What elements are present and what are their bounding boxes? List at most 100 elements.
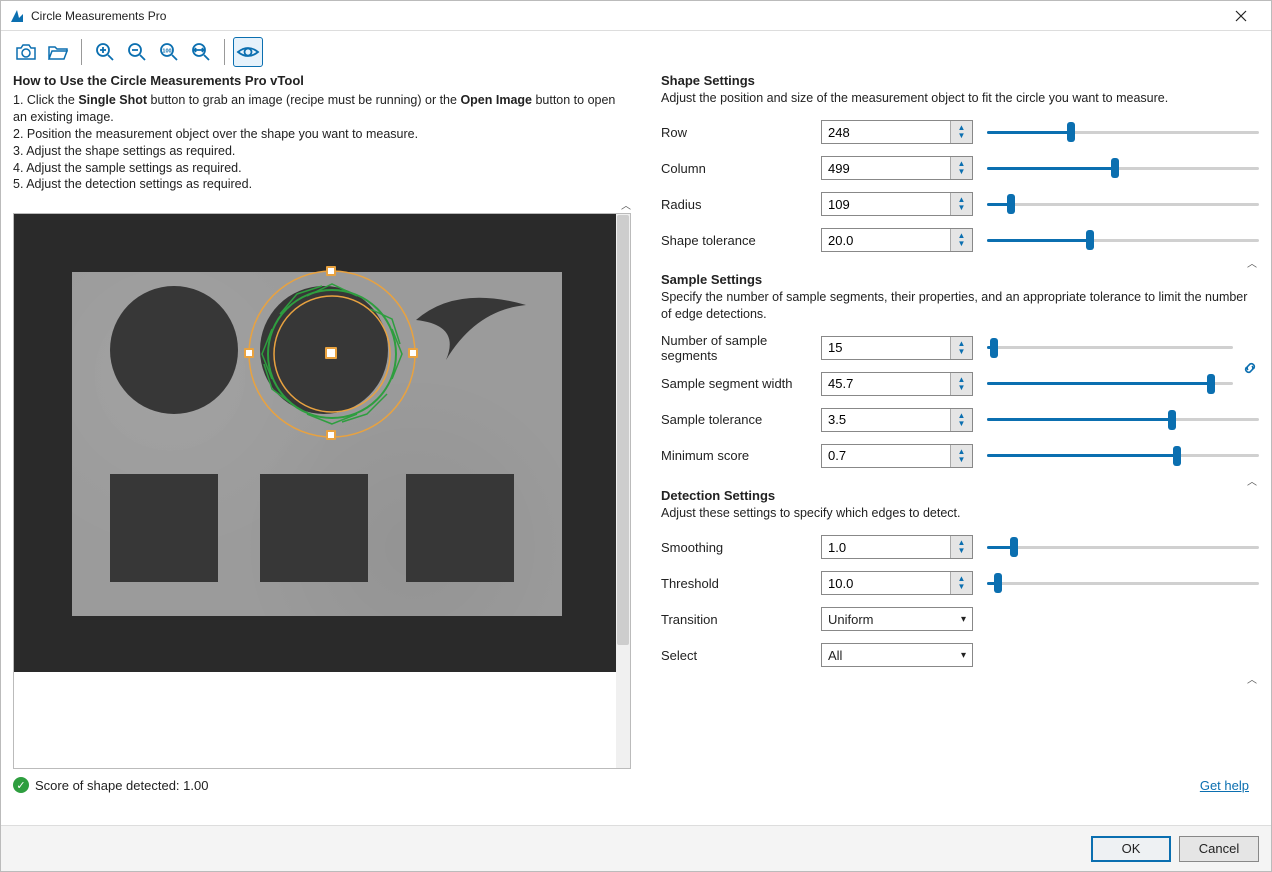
sample-tolerance-input[interactable] — [822, 409, 950, 431]
open-image-button[interactable] — [43, 37, 73, 67]
threshold-stepper[interactable]: ▲▼ — [950, 572, 972, 594]
titlebar: Circle Measurements Pro — [1, 1, 1271, 31]
sample-tolerance-label: Sample tolerance — [661, 412, 821, 427]
smoothing-slider-thumb[interactable] — [1010, 537, 1018, 557]
cancel-button[interactable]: Cancel — [1179, 836, 1259, 862]
transition-control: Transition Uniform▾ — [661, 601, 1259, 637]
zoom-out-button[interactable] — [122, 37, 152, 67]
overlay-handle-top[interactable] — [326, 266, 336, 276]
segwidth-control: Sample segment width ▲▼ — [661, 366, 1259, 402]
column-slider-thumb[interactable] — [1111, 158, 1119, 178]
row-label: Row — [661, 125, 821, 140]
preview-toggle-button[interactable] — [233, 37, 263, 67]
minscore-slider[interactable] — [987, 444, 1259, 468]
sample-collapse-caret[interactable]: ︿ — [1247, 473, 1257, 488]
radius-slider-thumb[interactable] — [1007, 194, 1015, 214]
settings-panel: Shape Settings Adjust the position and s… — [631, 73, 1259, 793]
row-spinbox[interactable]: ▲▼ — [821, 120, 973, 144]
row-slider[interactable] — [987, 120, 1259, 144]
howto-line1-prefix: 1. Click the — [13, 93, 78, 107]
radius-stepper[interactable]: ▲▼ — [950, 193, 972, 215]
minscore-stepper[interactable]: ▲▼ — [950, 445, 972, 467]
get-help-link[interactable]: Get help — [1200, 778, 1249, 793]
single-shot-button[interactable] — [11, 37, 41, 67]
column-stepper[interactable]: ▲▼ — [950, 157, 972, 179]
segwidth-slider-thumb[interactable] — [1207, 374, 1215, 394]
sample-tolerance-slider-thumb[interactable] — [1168, 410, 1176, 430]
zoom-100-button[interactable]: 100 — [154, 37, 184, 67]
smoothing-slider[interactable] — [987, 535, 1259, 559]
sample-tolerance-slider[interactable] — [987, 408, 1259, 432]
overlay-handle-bottom[interactable] — [326, 430, 336, 440]
zoom-in-button[interactable] — [90, 37, 120, 67]
zoom-fit-button[interactable] — [186, 37, 216, 67]
threshold-spinbox[interactable]: ▲▼ — [821, 571, 973, 595]
minscore-control: Minimum score ▲▼ — [661, 438, 1259, 474]
shape-tolerance-slider[interactable] — [987, 228, 1259, 252]
minscore-spinbox[interactable]: ▲▼ — [821, 444, 973, 468]
threshold-label: Threshold — [661, 576, 821, 591]
transition-value: Uniform — [828, 612, 874, 627]
sample-tolerance-spinbox[interactable]: ▲▼ — [821, 408, 973, 432]
overlay-handle-center[interactable] — [325, 347, 337, 359]
howto-line4: 4. Adjust the sample settings as require… — [13, 161, 242, 175]
radius-control: Radius ▲▼ — [661, 186, 1259, 222]
radius-label: Radius — [661, 197, 821, 212]
vertical-scrollbar[interactable] — [616, 214, 630, 768]
column-slider[interactable] — [987, 156, 1259, 180]
segments-slider[interactable] — [987, 336, 1233, 360]
overlay-handle-left[interactable] — [244, 348, 254, 358]
shape-tolerance-stepper[interactable]: ▲▼ — [950, 229, 972, 251]
zoom-fit-icon — [190, 41, 212, 63]
column-spinbox[interactable]: ▲▼ — [821, 156, 973, 180]
transition-label: Transition — [661, 612, 821, 627]
smoothing-stepper[interactable]: ▲▼ — [950, 536, 972, 558]
segwidth-slider[interactable] — [987, 372, 1233, 396]
segwidth-spinbox[interactable]: ▲▼ — [821, 372, 973, 396]
shape-collapse-caret[interactable]: ︿ — [1247, 255, 1257, 270]
row-input[interactable] — [822, 121, 950, 143]
detection-collapse-caret[interactable]: ︿ — [1247, 671, 1257, 686]
minscore-input[interactable] — [822, 445, 950, 467]
segwidth-stepper[interactable]: ▲▼ — [950, 373, 972, 395]
segments-input[interactable] — [822, 337, 950, 359]
scrollbar-thumb[interactable] — [617, 215, 629, 645]
minscore-slider-thumb[interactable] — [1173, 446, 1181, 466]
sample-tolerance-stepper[interactable]: ▲▼ — [950, 409, 972, 431]
camera-icon — [15, 43, 37, 61]
close-button[interactable] — [1219, 2, 1263, 30]
column-input[interactable] — [822, 157, 950, 179]
shape-tolerance-slider-thumb[interactable] — [1086, 230, 1094, 250]
radius-input[interactable] — [822, 193, 950, 215]
shape-tolerance-input[interactable] — [822, 229, 950, 251]
row-slider-thumb[interactable] — [1067, 122, 1075, 142]
threshold-input[interactable] — [822, 572, 950, 594]
radius-slider[interactable] — [987, 192, 1259, 216]
overlay-handle-right[interactable] — [408, 348, 418, 358]
smoothing-spinbox[interactable]: ▲▼ — [821, 535, 973, 559]
segments-label: Number of sample segments — [661, 333, 821, 363]
segments-slider-thumb[interactable] — [990, 338, 998, 358]
howto-line3: 3. Adjust the shape settings as required… — [13, 144, 235, 158]
smoothing-input[interactable] — [822, 536, 950, 558]
segments-spinbox[interactable]: ▲▼ — [821, 336, 973, 360]
collapse-caret-icon[interactable]: ︿ — [621, 197, 631, 212]
svg-text:100: 100 — [162, 49, 171, 55]
segments-stepper[interactable]: ▲▼ — [950, 337, 972, 359]
radius-spinbox[interactable]: ▲▼ — [821, 192, 973, 216]
row-control: Row ▲▼ — [661, 114, 1259, 150]
threshold-slider-thumb[interactable] — [994, 573, 1002, 593]
threshold-slider[interactable] — [987, 571, 1259, 595]
image-viewport[interactable] — [13, 213, 631, 769]
row-stepper[interactable]: ▲▼ — [950, 121, 972, 143]
transition-select[interactable]: Uniform▾ — [821, 607, 973, 631]
select-select[interactable]: All▾ — [821, 643, 973, 667]
ok-button[interactable]: OK — [1091, 836, 1171, 862]
status-label: Score of shape detected: — [35, 778, 183, 793]
segwidth-input[interactable] — [822, 373, 950, 395]
detection-settings-desc: Adjust these settings to specify which e… — [661, 505, 1259, 521]
link-icon[interactable] — [1241, 359, 1259, 380]
detection-settings-title: Detection Settings — [661, 488, 1259, 503]
shape-circle-target — [260, 286, 388, 414]
shape-tolerance-spinbox[interactable]: ▲▼ — [821, 228, 973, 252]
